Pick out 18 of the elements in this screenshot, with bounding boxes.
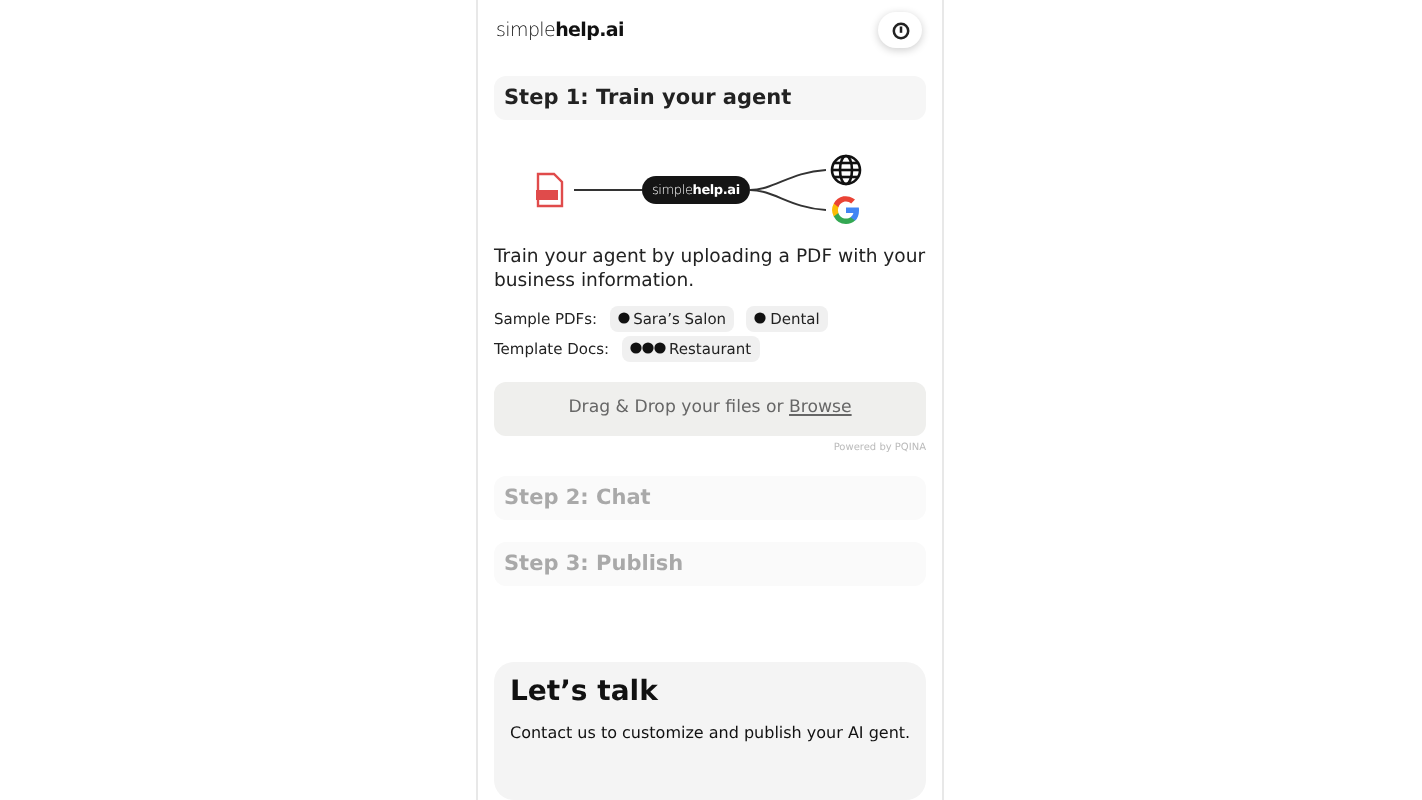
- logo[interactable]: simplehelp.ai: [496, 19, 625, 42]
- pdf-file-icon: [534, 171, 566, 207]
- connector-lines: [749, 165, 826, 213]
- browse-link[interactable]: Browse: [789, 398, 852, 419]
- contact-text: Contact us to customize and publish your AI gent.: [510, 723, 910, 742]
- google-g-icon: [829, 193, 862, 225]
- dot-icon: [617, 312, 630, 324]
- drop-zone[interactable]: Drag & Drop your files or Browse: [494, 381, 926, 436]
- step-header[interactable]: Step 1: Train your agent: [494, 75, 926, 119]
- dot-icon: [754, 312, 767, 324]
- description: Train your agent by uploading a PDF with your business information.: [494, 245, 926, 295]
- globe-icon: [829, 153, 862, 185]
- dots-icon: [629, 342, 666, 354]
- drop-instructions: Drag & Drop your files or Browse: [568, 398, 852, 419]
- help-button[interactable]: [878, 12, 922, 49]
- info-icon: [891, 21, 909, 40]
- connector-line: [574, 185, 642, 193]
- contact-title: Let’s talk: [510, 675, 660, 708]
